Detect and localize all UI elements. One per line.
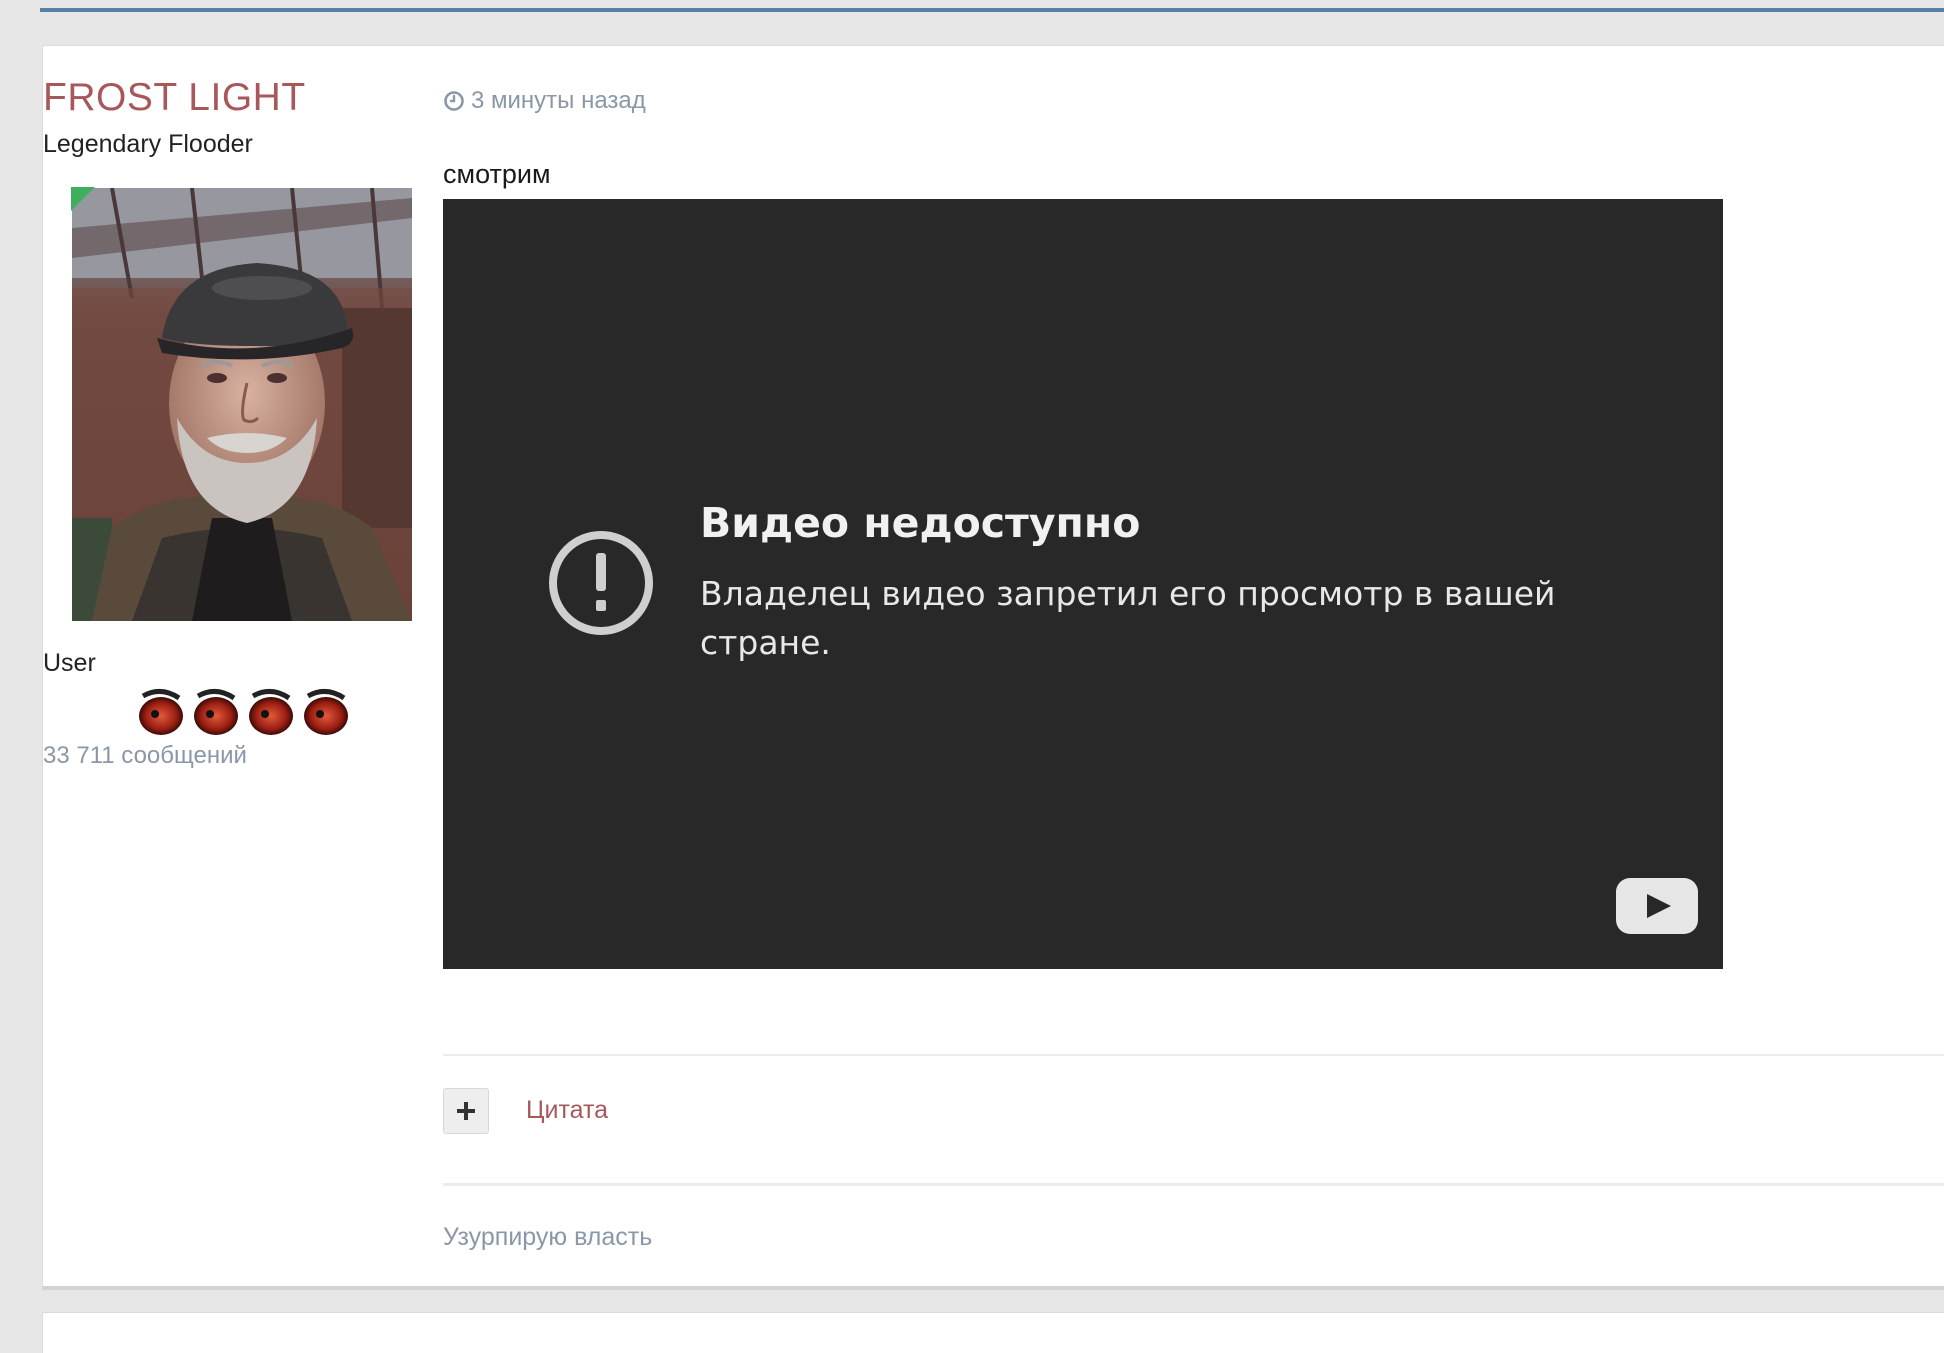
video-error-message: Владелец видео запретил его просмотр в в… — [700, 574, 1556, 662]
rank-icons — [133, 686, 353, 742]
author-name-link[interactable]: FROST LIGHT — [43, 76, 443, 120]
rank-icon — [249, 689, 293, 735]
author-group: User — [43, 649, 96, 677]
exclamation-circle-icon — [547, 529, 655, 637]
online-indicator — [71, 187, 95, 211]
forum-post: FROST LIGHT Legendary Flooder User 33 71… — [42, 45, 1944, 1290]
author-avatar[interactable] — [72, 188, 412, 621]
rank-icon — [194, 689, 238, 735]
embedded-video[interactable]: Видео недоступно Владелец видео запретил… — [443, 199, 1723, 969]
post-time-text: 3 минуты назад — [471, 87, 646, 114]
quote-button[interactable]: Цитата — [526, 1096, 608, 1125]
video-error-title: Видео недоступно — [700, 499, 1141, 547]
top-accent-line — [40, 8, 1944, 12]
next-post — [42, 1312, 1944, 1353]
plus-icon — [456, 1101, 476, 1121]
author-title: Legendary Flooder — [43, 130, 253, 158]
post-signature: Узурпирую власть — [443, 1223, 653, 1251]
rank-icon — [139, 689, 183, 735]
youtube-play-icon[interactable] — [1616, 878, 1698, 934]
multiquote-button[interactable] — [443, 1088, 489, 1134]
post-time-link[interactable]: 3 минуты назад — [443, 87, 646, 115]
post-text: смотрим — [443, 159, 551, 189]
signature-divider — [443, 1183, 1944, 1186]
post-divider — [443, 1054, 1944, 1056]
clock-icon — [443, 90, 465, 112]
author-posts-count-link[interactable]: 33 711 сообщений — [43, 742, 443, 770]
rank-icon — [304, 689, 348, 735]
